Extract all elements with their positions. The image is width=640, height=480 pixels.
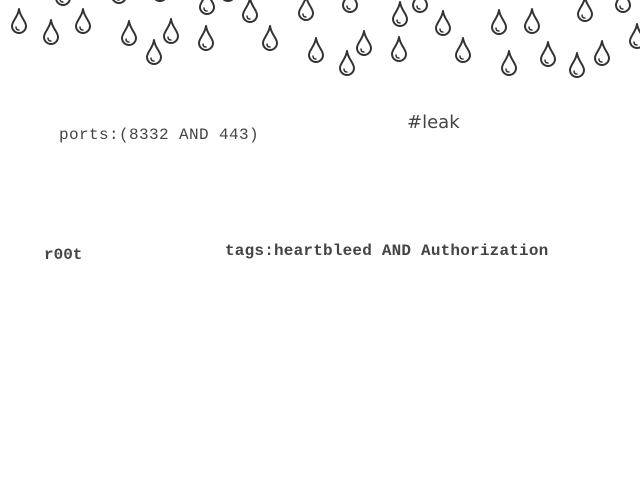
raindrop-icon [491,9,507,35]
raindrop-icon [501,50,517,76]
raindrop-icon [594,40,610,66]
raindrop-icon [412,0,428,13]
raindrop-icon [356,30,372,56]
raindrop-icon [163,18,179,44]
raindrop-icon [524,8,540,34]
raindrop-icon [242,0,258,23]
raindrop-icon [339,50,355,76]
raindrop-icon [577,0,593,22]
raindrop-pattern [11,0,640,78]
hashtag-text: #leak [407,112,460,133]
raindrop-icon [199,0,215,15]
raindrop-icon [392,1,408,27]
raindrop-icon [540,41,556,67]
raindrop-icon [391,36,407,62]
ports-query-text: ports:(8332 AND 443) [59,126,260,144]
raindrop-icon [308,37,324,63]
raindrop-icon [75,8,91,34]
tags-query-text: tags:heartbleed AND Authorization [225,242,549,260]
raindrop-icon [435,10,451,36]
raindrop-icon [569,52,585,78]
raindrop-icon [298,0,314,21]
raindrop-icon [262,25,278,51]
raindrop-icon [615,0,631,13]
raindrop-icon [222,0,234,2]
raindrop-icon [146,39,162,65]
raindrop-icon [55,0,71,6]
raindrop-icon [121,20,137,46]
raindrop-icon [455,37,471,63]
raindrop-icon [629,23,640,49]
raindrop-icon [198,25,214,51]
raindrop-icon [342,0,358,13]
canvas: ports:(8332 AND 443) #leak r00t tags:hea… [0,0,640,480]
raindrop-icon [112,0,126,4]
raindrop-icon [43,19,59,45]
raindrop-icon [11,8,27,34]
raindrop-icon [154,0,166,2]
username-text: r00t [44,246,83,264]
